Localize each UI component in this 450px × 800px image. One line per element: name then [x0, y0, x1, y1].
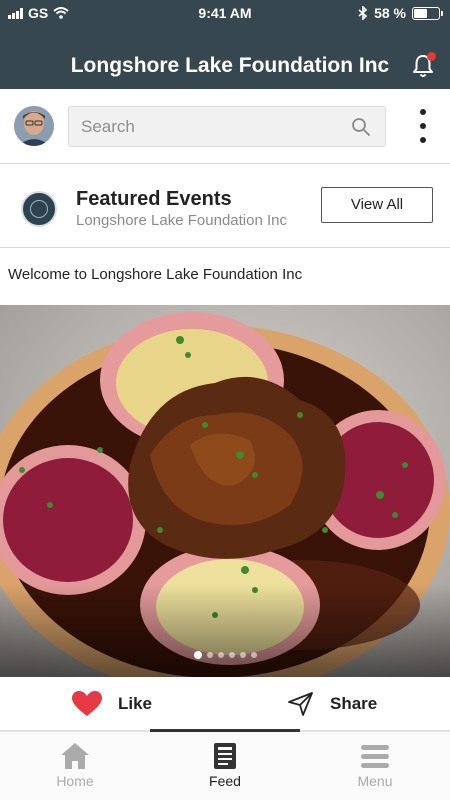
menu-icon [361, 745, 389, 768]
tab-feed-label: Feed [209, 773, 241, 789]
carousel-dot[interactable] [250, 652, 257, 658]
carousel-dot[interactable] [228, 652, 235, 658]
tab-menu[interactable]: Menu [300, 732, 450, 800]
like-button[interactable]: Like [72, 677, 152, 731]
search-input[interactable] [69, 107, 329, 146]
carousel-dot[interactable] [217, 652, 224, 658]
carousel-dot[interactable] [193, 651, 202, 659]
carousel-dot[interactable] [206, 652, 213, 658]
view-all-button[interactable]: View All [321, 187, 433, 223]
app-bar: Longshore Lake Foundation Inc [0, 26, 450, 89]
search-row [0, 89, 450, 164]
avatar[interactable] [14, 106, 54, 146]
home-icon [61, 743, 89, 769]
carousel-dot[interactable] [239, 652, 246, 658]
foundation-logo [21, 191, 57, 227]
search-box [68, 106, 386, 147]
carousel-dots[interactable] [0, 651, 450, 659]
more-options-icon[interactable] [418, 109, 428, 143]
battery-level [414, 8, 428, 18]
feed-icon [214, 743, 236, 769]
tab-home[interactable]: Home [0, 732, 150, 800]
post-text: Welcome to Longshore Lake Foundation Inc [8, 266, 303, 283]
status-right: 58 % [358, 5, 443, 21]
share-label: Share [330, 694, 378, 713]
status-bar: GS 9:41 AM 58 % [0, 0, 450, 26]
avatar-image [14, 106, 54, 146]
tab-bar: Home Feed Menu [0, 729, 450, 800]
featured-events-card: Featured Events Longshore Lake Foundatio… [0, 164, 450, 248]
featured-events-title: Featured Events [76, 188, 232, 210]
post-image[interactable] [0, 305, 450, 677]
heart-icon [72, 691, 102, 716]
like-label: Like [118, 694, 153, 713]
tab-home-label: Home [56, 773, 94, 789]
share-button[interactable]: Share [288, 677, 377, 731]
app-title: Longshore Lake Foundation Inc [70, 54, 390, 77]
notification-badge [427, 52, 436, 61]
search-icon[interactable] [351, 117, 371, 137]
battery-percent: 58 % [374, 5, 406, 21]
tab-menu-label: Menu [357, 773, 393, 789]
food-photo [0, 305, 450, 677]
send-icon [288, 692, 313, 716]
tab-feed[interactable]: Feed [150, 732, 300, 800]
featured-events-subtitle: Longshore Lake Foundation Inc [76, 212, 287, 229]
post-actions: Like Share [0, 677, 450, 731]
notifications-button[interactable] [412, 52, 436, 78]
battery-icon [412, 6, 443, 20]
bluetooth-icon [358, 6, 368, 20]
